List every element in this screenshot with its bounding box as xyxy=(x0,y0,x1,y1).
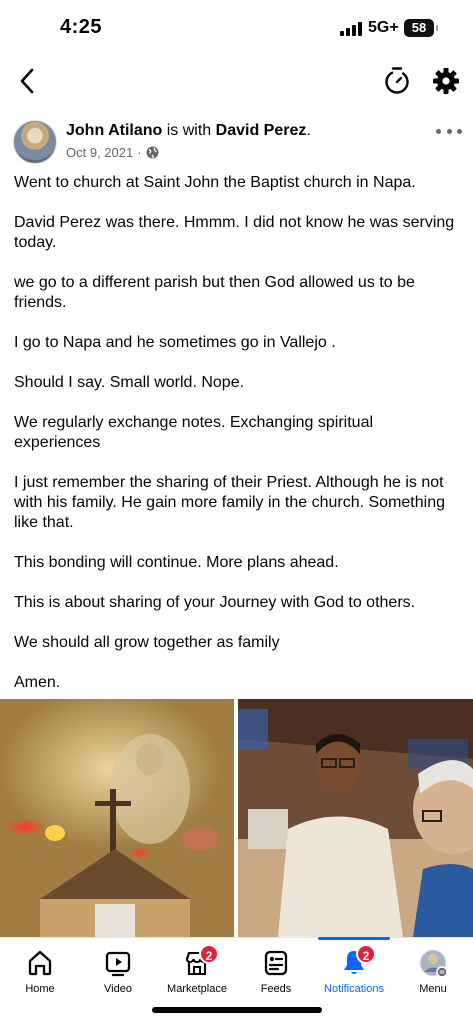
marketplace-badge: 2 xyxy=(199,944,219,964)
with-text: is with xyxy=(162,122,216,139)
timer-icon xyxy=(385,67,409,94)
tab-label: Notifications xyxy=(324,983,384,995)
nav-bar xyxy=(0,60,473,104)
selfie-photo[interactable] xyxy=(238,699,473,937)
settings-button[interactable] xyxy=(431,66,461,96)
tab-feeds[interactable]: Feeds xyxy=(236,938,316,998)
tab-notifications[interactable]: 2 Notifications xyxy=(314,938,394,998)
church-altar-photo[interactable] xyxy=(0,699,234,937)
battery-icon: 58 xyxy=(404,19,438,37)
tab-label: Video xyxy=(104,983,132,995)
post-paragraph: We regularly exchange notes. Exchanging … xyxy=(14,414,374,451)
post-date[interactable]: Oct 9, 2021 xyxy=(66,145,133,160)
battery-level: 58 xyxy=(411,20,427,35)
period: . xyxy=(306,122,311,139)
cellular-signal-icon xyxy=(340,22,364,36)
post-paragraph: This is about sharing of your Journey wi… xyxy=(14,594,416,611)
post-paragraph: I go to Napa and he sometimes go in Vall… xyxy=(14,334,336,351)
church-altar-illustration xyxy=(0,699,234,937)
tab-label: Feeds xyxy=(260,983,292,995)
tab-marketplace[interactable]: 2 Marketplace xyxy=(157,938,237,998)
home-icon xyxy=(28,950,52,976)
network-type: 5G+ xyxy=(368,19,399,36)
timer-button[interactable] xyxy=(382,66,412,96)
home-indicator[interactable] xyxy=(152,1007,322,1013)
tab-video[interactable]: Video xyxy=(78,938,158,998)
tab-label: Menu xyxy=(419,983,447,995)
chevron-left-icon xyxy=(20,68,34,94)
status-time: 4:25 xyxy=(60,16,103,38)
meta-separator: · xyxy=(137,145,142,160)
post-paragraph: Should I say. Small world. Nope. xyxy=(14,374,245,391)
post-photos xyxy=(0,699,473,937)
post-text: Went to church at Saint John the Baptist… xyxy=(14,173,462,713)
feeds-icon xyxy=(264,950,288,976)
tab-label: Home xyxy=(25,983,55,995)
gear-icon xyxy=(433,68,459,94)
selfie-illustration xyxy=(238,699,473,937)
tab-home[interactable]: Home xyxy=(0,938,80,998)
post-paragraph: I just remember the sharing of their Pri… xyxy=(14,474,445,531)
video-icon xyxy=(105,951,131,977)
status-bar: 4:25 5G+ 58 xyxy=(0,0,473,58)
notifications-badge: 2 xyxy=(356,944,376,964)
post-paragraph: We should all grow together as family xyxy=(14,634,280,651)
more-options-button[interactable] xyxy=(436,122,462,140)
tab-menu[interactable]: Menu xyxy=(393,938,473,998)
globe-icon xyxy=(146,146,159,159)
post-paragraph: Amen. xyxy=(14,674,61,691)
author-name[interactable]: John Atilano xyxy=(66,122,162,139)
dot-icon xyxy=(457,128,462,134)
profile-avatar-icon xyxy=(419,949,448,978)
author-avatar[interactable] xyxy=(13,120,57,164)
post-paragraph: Went to church at Saint John the Baptist… xyxy=(14,174,416,191)
tab-label: Marketplace xyxy=(167,983,227,995)
back-button[interactable] xyxy=(12,66,42,96)
author-line: John Atilano is with David Perez. xyxy=(66,122,311,140)
post-header: John Atilano is with David Perez. Oct 9,… xyxy=(0,118,473,170)
post-paragraph: This bonding will continue. More plans a… xyxy=(14,554,339,571)
post-meta: Oct 9, 2021 · xyxy=(66,145,159,160)
dot-icon xyxy=(446,128,452,134)
dot-icon xyxy=(436,128,441,134)
tagged-name[interactable]: David Perez xyxy=(216,122,307,139)
post-paragraph: we go to a different parish but then God… xyxy=(14,274,415,311)
post-paragraph: David Perez was there. Hmmm. I did not k… xyxy=(14,214,455,251)
